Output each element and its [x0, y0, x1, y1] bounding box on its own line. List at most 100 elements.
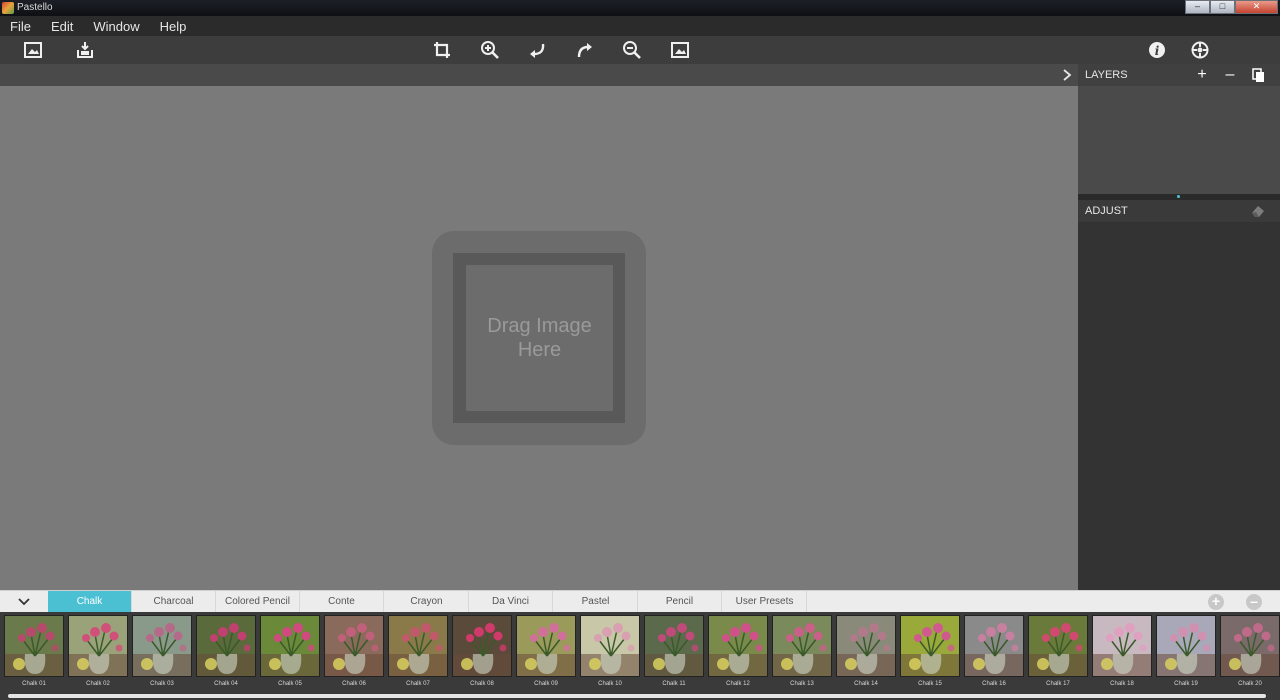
window-controls: – □ ✕	[1185, 0, 1278, 14]
preset-thumbnail[interactable]: Chalk 07	[388, 615, 448, 691]
tab-user-presets[interactable]: User Presets	[723, 591, 807, 613]
fit-to-screen-button[interactable]	[669, 40, 691, 60]
settings-button[interactable]	[1189, 40, 1211, 60]
flower-vase-preview-icon	[1093, 616, 1151, 676]
menu-file[interactable]: File	[0, 19, 41, 34]
drop-zone-text: Drag Image Here	[487, 315, 592, 361]
preset-label: Chalk 09	[534, 681, 558, 687]
flower-vase-preview-icon	[261, 616, 319, 676]
zoom-in-button[interactable]	[479, 40, 501, 60]
preset-thumbnail[interactable]: Chalk 16	[964, 615, 1024, 691]
export-icon	[77, 42, 93, 58]
preset-preview	[1028, 615, 1088, 677]
splitter-grip-icon	[1177, 195, 1180, 198]
flower-vase-preview-icon	[197, 616, 255, 676]
preset-thumbnail[interactable]: Chalk 02	[68, 615, 128, 691]
maximize-button[interactable]: □	[1210, 0, 1235, 14]
preset-label: Chalk 08	[470, 681, 494, 687]
tab-da-vinci[interactable]: Da Vinci	[469, 591, 553, 613]
preset-tabs-bar: Chalk Charcoal Colored Pencil Conte Cray…	[0, 590, 1280, 613]
preset-thumbnail[interactable]: Chalk 04	[196, 615, 256, 691]
preset-preview	[452, 615, 512, 677]
tab-colored-pencil[interactable]: Colored Pencil	[216, 591, 300, 613]
fit-to-screen-icon	[671, 42, 689, 58]
drop-zone[interactable]: Drag Image Here	[432, 231, 646, 445]
preset-thumbnail[interactable]: Chalk 17	[1028, 615, 1088, 691]
tab-crayon[interactable]: Crayon	[385, 591, 469, 613]
preset-thumbnail[interactable]: Chalk 08	[452, 615, 512, 691]
preset-preview	[580, 615, 640, 677]
flower-vase-preview-icon	[69, 616, 127, 676]
preset-label: Chalk 13	[790, 681, 814, 687]
zoom-out-button[interactable]	[621, 40, 643, 60]
menu-edit[interactable]: Edit	[41, 19, 83, 34]
preset-preview	[708, 615, 768, 677]
collapse-presets-button[interactable]	[0, 591, 47, 613]
menu-window[interactable]: Window	[83, 19, 149, 34]
preset-thumbnail[interactable]: Chalk 15	[900, 615, 960, 691]
info-icon: i	[1149, 42, 1165, 58]
export-button[interactable]	[74, 40, 96, 60]
title-bar: Pastello – □ ✕	[0, 0, 1280, 16]
crop-button[interactable]	[431, 40, 453, 60]
flower-vase-preview-icon	[1157, 616, 1215, 676]
flower-vase-preview-icon	[773, 616, 831, 676]
duplicate-layer-button[interactable]	[1250, 67, 1266, 83]
collapse-panel-button[interactable]	[1060, 67, 1074, 83]
menu-help[interactable]: Help	[150, 19, 197, 34]
flower-vase-preview-icon	[1029, 616, 1087, 676]
add-layer-button[interactable]: +	[1194, 67, 1210, 83]
chevron-down-icon	[17, 598, 30, 606]
remove-layer-button[interactable]: –	[1222, 67, 1238, 83]
crop-icon	[434, 42, 450, 58]
preset-thumbnail[interactable]: Chalk 20	[1220, 615, 1280, 691]
preset-thumbnail[interactable]: Chalk 11	[644, 615, 704, 691]
remove-preset-button[interactable]: –	[1246, 594, 1262, 610]
flower-vase-preview-icon	[453, 616, 511, 676]
flower-vase-preview-icon	[325, 616, 383, 676]
image-canvas[interactable]: Drag Image Here	[0, 86, 1078, 590]
preset-thumbnail[interactable]: Chalk 06	[324, 615, 384, 691]
preset-thumbnail[interactable]: Chalk 09	[516, 615, 576, 691]
tab-charcoal[interactable]: Charcoal	[132, 591, 216, 613]
preset-label: Chalk 19	[1174, 681, 1198, 687]
redo-button[interactable]	[574, 40, 596, 60]
open-image-button[interactable]	[22, 40, 44, 60]
layers-list[interactable]	[1078, 86, 1280, 194]
preset-preview	[196, 615, 256, 677]
undo-button[interactable]	[526, 40, 548, 60]
canvas-header-strip	[0, 64, 1078, 86]
preset-thumbnail[interactable]: Chalk 03	[132, 615, 192, 691]
preset-label: Chalk 10	[598, 681, 622, 687]
layers-header: LAYERS + –	[1078, 64, 1280, 86]
preset-thumbnail[interactable]: Chalk 13	[772, 615, 832, 691]
preset-thumbnail[interactable]: Chalk 01	[4, 615, 64, 691]
preset-thumbnail[interactable]: Chalk 19	[1156, 615, 1216, 691]
adjust-header: ADJUST	[1078, 200, 1280, 222]
tab-pencil[interactable]: Pencil	[638, 591, 722, 613]
minimize-button[interactable]: –	[1185, 0, 1210, 14]
preset-thumbnail[interactable]: Chalk 12	[708, 615, 768, 691]
preset-preview	[1220, 615, 1280, 677]
tab-conte[interactable]: Conte	[300, 591, 384, 613]
preset-thumbnail[interactable]: Chalk 05	[260, 615, 320, 691]
preset-label: Chalk 14	[854, 681, 878, 687]
close-button[interactable]: ✕	[1235, 0, 1278, 14]
preset-thumbnail[interactable]: Chalk 10	[580, 615, 640, 691]
tab-pastel[interactable]: Pastel	[554, 591, 638, 613]
preset-thumbnail[interactable]: Chalk 14	[836, 615, 896, 691]
add-preset-button[interactable]: +	[1208, 594, 1224, 610]
preset-label: Chalk 02	[86, 681, 110, 687]
adjust-title: ADJUST	[1085, 205, 1128, 217]
tab-chalk[interactable]: Chalk	[48, 591, 132, 613]
preset-thumbnail[interactable]: Chalk 18	[1092, 615, 1152, 691]
zoom-in-icon	[481, 41, 499, 59]
redo-icon	[577, 43, 592, 58]
reset-adjust-button[interactable]	[1250, 203, 1266, 219]
toolbar: i	[0, 36, 1280, 64]
chevron-right-icon	[1063, 69, 1072, 81]
info-button[interactable]: i	[1146, 40, 1168, 60]
horizontal-scrollbar[interactable]	[8, 694, 1266, 698]
preset-thumbnails: Chalk 01 Chalk 02 Chalk 03 Chalk 04 Chalk 05…	[0, 612, 1280, 700]
undo-icon	[530, 43, 545, 58]
